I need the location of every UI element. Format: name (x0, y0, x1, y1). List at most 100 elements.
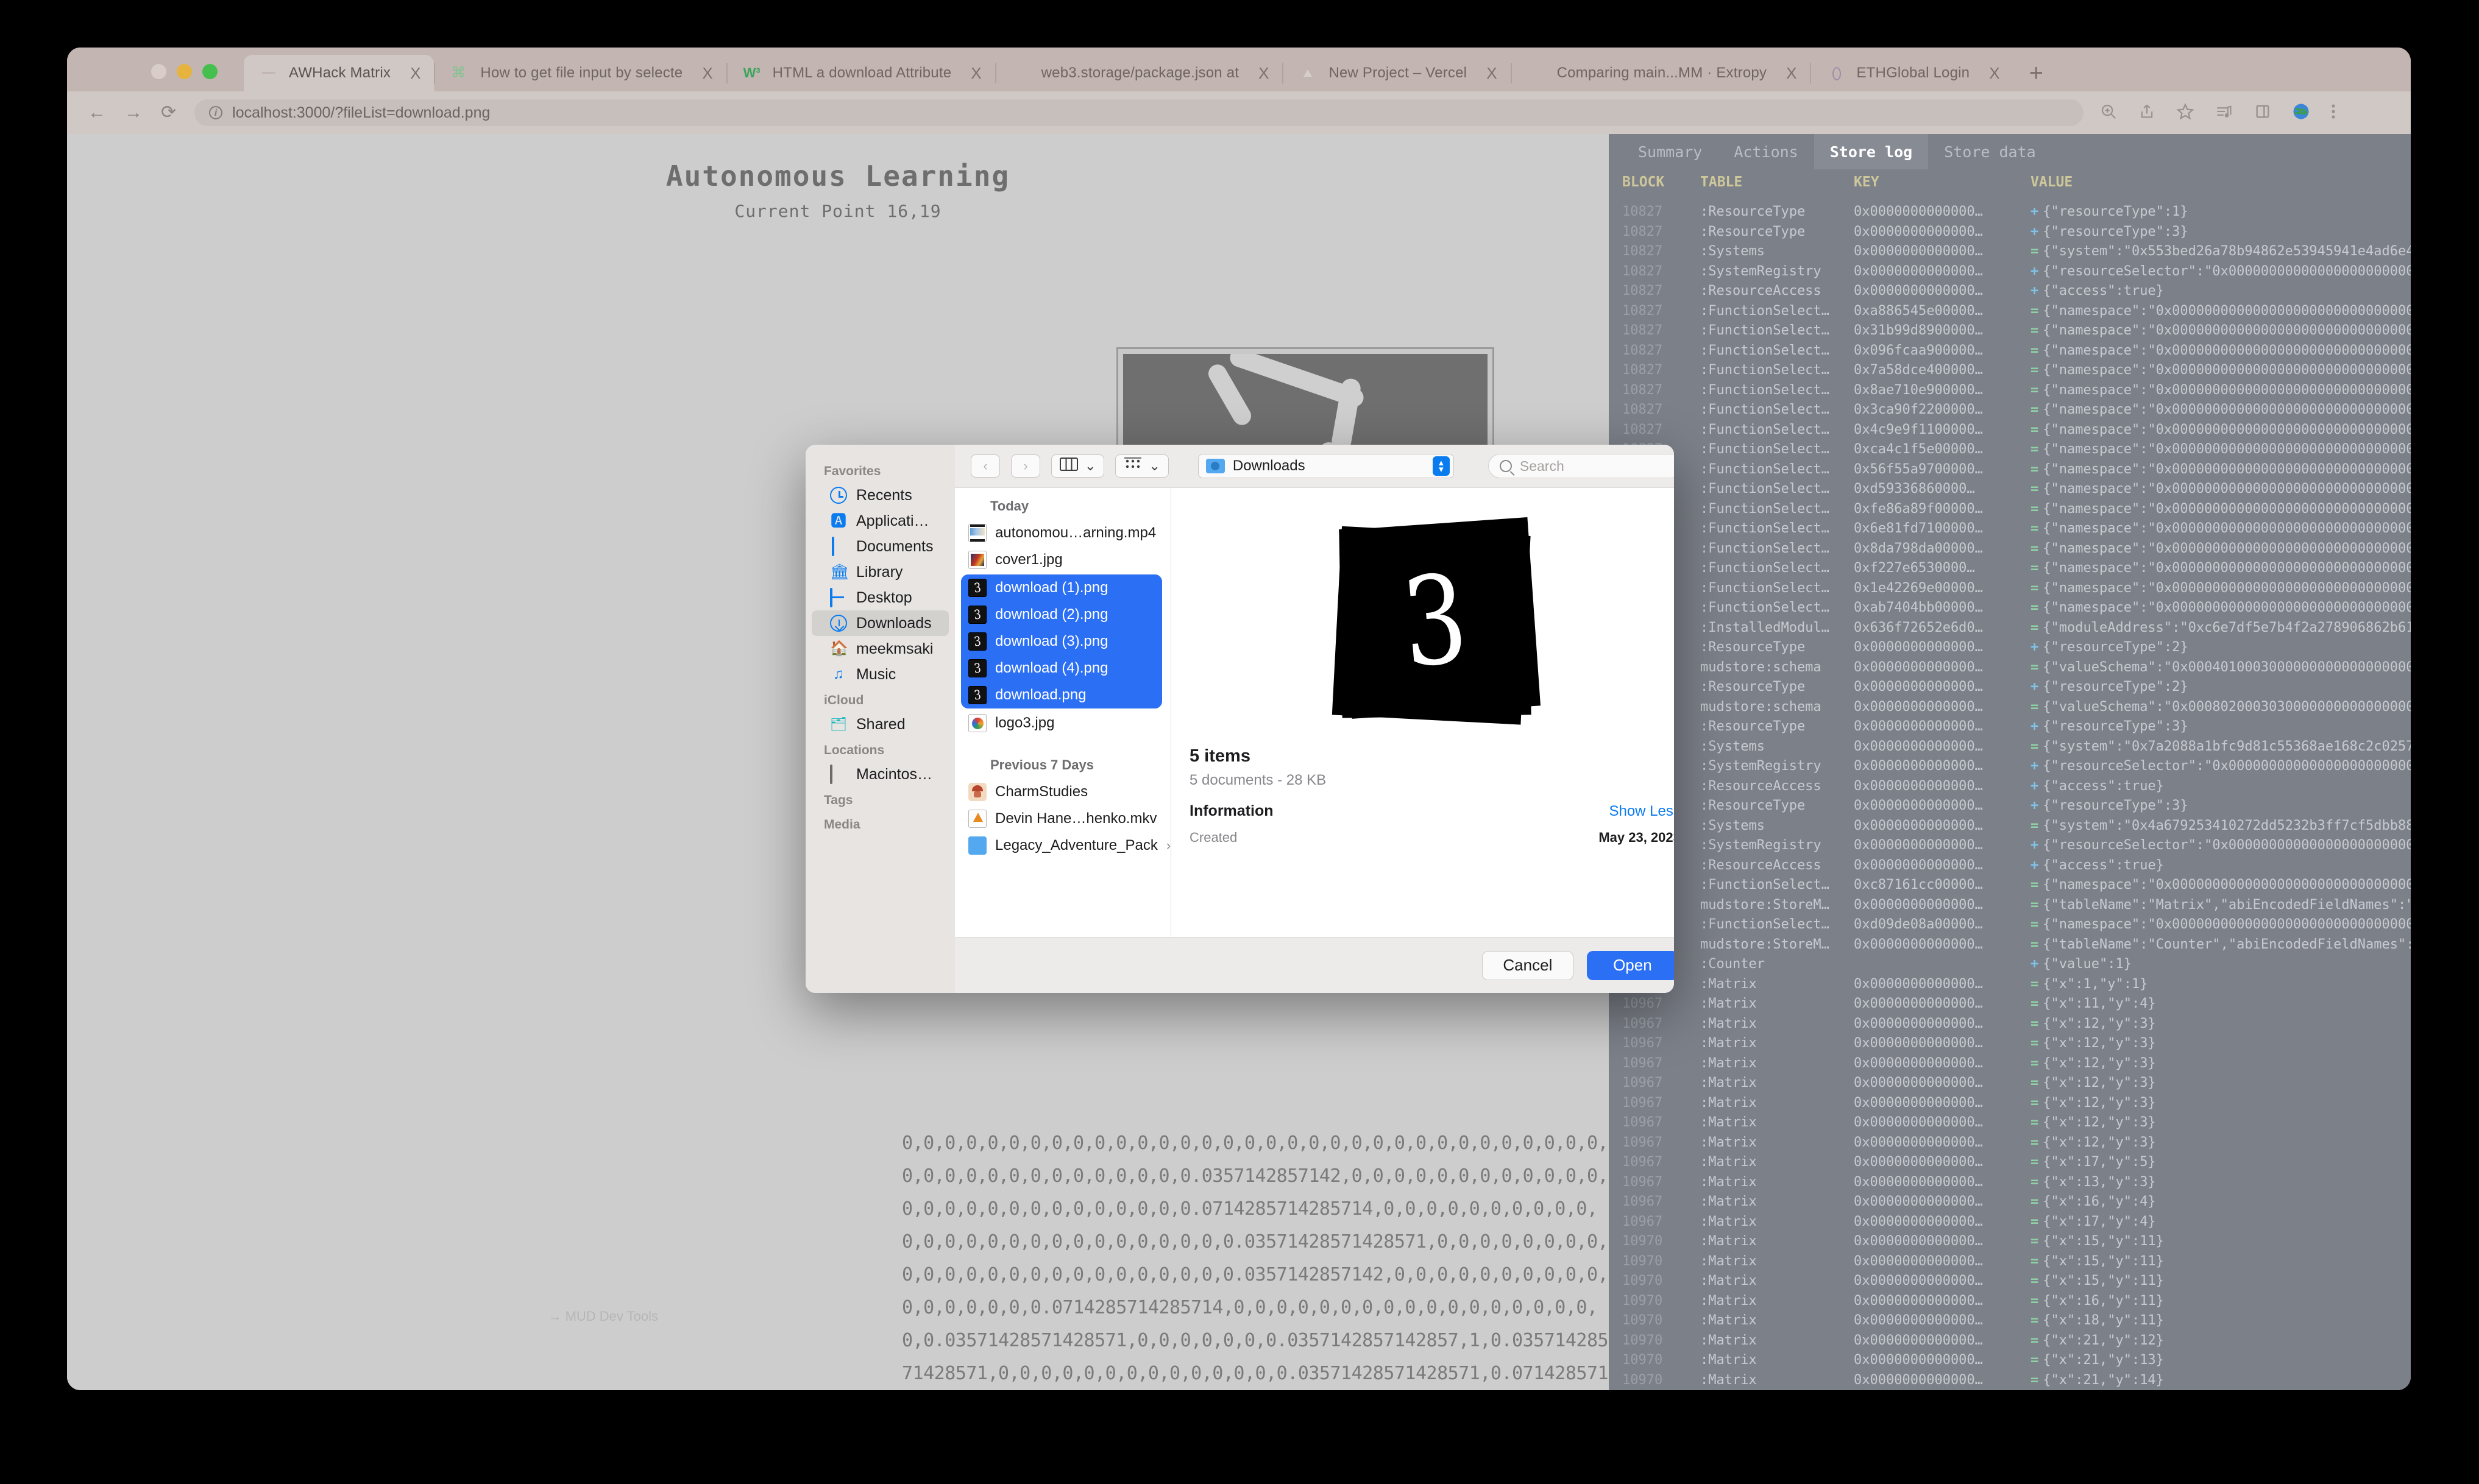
sidebar-item-shared[interactable]: 🗂 Shared (812, 712, 949, 737)
store-log-row[interactable]: 10970:Matrix 0x0000000000000… = {"x":18,"y"… (1609, 1311, 2411, 1331)
store-log-row[interactable]: 10827:FunctionSelect… 0x7a58dce400000… = {"… (1609, 361, 2411, 381)
store-log-row[interactable]: 10967:Matrix 0x0000000000000… = {"x":12,"y"… (1609, 1014, 2411, 1034)
tab-store-log[interactable]: Store log (1814, 134, 1929, 169)
list-item[interactable]: download (1).png (961, 574, 1162, 601)
sidebar-item-applications[interactable]: 🅰 Applicati… (812, 508, 949, 534)
list-item[interactable]: download (2).png (961, 601, 1162, 628)
path-selector[interactable]: Downloads ▴ ▾ (1197, 454, 1454, 478)
store-log-row[interactable]: 10827mudstore:schema0x0000000000000…={"v… (1609, 698, 2411, 718)
store-log-row[interactable]: 10967:Matrix0x0000000000000…={"x":1,"y":… (1609, 975, 2411, 995)
close-icon[interactable]: X (702, 64, 712, 83)
store-log-row[interactable]: 10827:ResourceType0x0000000000000…+{"res… (1609, 717, 2411, 737)
store-log-row[interactable]: 10827mudstore:schema0x0000000000000…={"v… (1609, 658, 2411, 678)
store-log-row[interactable]: 10827:FunctionSelect…0xfe86a89f00000…={"… (1609, 500, 2411, 520)
browser-tab-4[interactable]: New Project – Vercel X (1283, 55, 1510, 91)
store-log-row[interactable]: 10827:SystemRegistry0x0000000000000…+{"r… (1609, 757, 2411, 777)
store-log-row[interactable]: 10827:ResourceType0x0000000000000…+{"res… (1609, 202, 2411, 222)
show-less-link[interactable]: Show Less (1609, 803, 1674, 820)
store-log-row[interactable]: 10827:ResourceType0x0000000000000…+{"res… (1609, 677, 2411, 698)
sidebar-item-recents[interactable]: Recents (812, 482, 949, 508)
store-log-row[interactable]: 10827:FunctionSelect…0xc87161cc00000…={"… (1609, 875, 2411, 896)
dialog-back-button[interactable]: ‹ (971, 454, 1000, 478)
search-input[interactable]: Search (1488, 454, 1674, 478)
store-log-row[interactable]: 10827:ResourceAccess0x0000000000000…+{"a… (1609, 777, 2411, 797)
store-log-row[interactable]: 10967:Matrix 0x0000000000000… = {"x":17,"y"… (1609, 1212, 2411, 1232)
sidebar-item-documents[interactable]: Documents (812, 534, 949, 559)
minimize-window-button[interactable] (177, 64, 192, 79)
store-log-row[interactable]: 10967:Matrix 0x0000000000000… = {"x":16,"y"… (1609, 1192, 2411, 1212)
list-item[interactable]: logo3.jpg (955, 710, 1171, 737)
store-log-row[interactable]: 10827:FunctionSelect… 0x096fcaa900000… = {"… (1609, 341, 2411, 361)
store-log-row[interactable]: 10967:Matrix 0x0000000000000… = {"x":12,"y"… (1609, 1094, 2411, 1114)
browser-tab-5[interactable]: Comparing main...MM · Extropy X (1512, 55, 1810, 91)
tab-actions[interactable]: Actions (1718, 134, 1814, 169)
store-log-row[interactable]: 10970:Matrix 0x0000000000000… = {"x":16,"y"… (1609, 1291, 2411, 1312)
store-log-row[interactable]: 10970:Matrix 0x0000000000000… = {"x":15,"y"… (1609, 1271, 2411, 1291)
store-log-row[interactable]: 10827:ResourceAccess0x0000000000000…+{"a… (1609, 281, 2411, 302)
list-item[interactable]: Legacy_Adventure_Pack › (955, 832, 1171, 859)
dialog-forward-button[interactable]: › (1011, 454, 1040, 478)
store-log-row[interactable]: 10967:Matrix 0x0000000000000… = {"x":12,"y"… (1609, 1034, 2411, 1054)
list-item[interactable]: autonomou…arning.mp4 (955, 520, 1171, 546)
list-item[interactable]: CharmStudies (955, 779, 1171, 805)
store-log-row[interactable]: 10827:FunctionSelect…0x1e42269e00000…={"… (1609, 579, 2411, 599)
store-log-row[interactable]: 10827:FunctionSelect…0x56f55a9700000…={"… (1609, 460, 2411, 480)
list-item[interactable]: Devin Hane…henko.mkv (955, 805, 1171, 832)
store-log-row[interactable]: 10967:Matrix 0x0000000000000… = {"x":12,"y"… (1609, 1073, 2411, 1094)
store-log-row[interactable]: 10827:FunctionSelect…0xab7404bb00000…={"… (1609, 598, 2411, 618)
store-log-row[interactable]: 10970:Matrix 0x0000000000000… = {"x":21,"y"… (1609, 1331, 2411, 1351)
browser-tab-1[interactable]: ⌘ How to get file input by selecte X (435, 55, 726, 91)
sidebar-item-meekmsaki[interactable]: 🏠 meekmsaki (812, 636, 949, 662)
cancel-button[interactable]: Cancel (1481, 950, 1573, 980)
close-window-button[interactable] (151, 64, 166, 79)
store-log-row[interactable]: 10970:Matrix 0x0000000000000… = {"x":21,"y"… (1609, 1351, 2411, 1371)
list-item[interactable]: download (4).png (961, 655, 1162, 682)
open-button[interactable]: Open (1586, 950, 1674, 980)
close-icon[interactable]: X (1786, 64, 1796, 83)
reload-icon[interactable]: ⟳ (161, 104, 176, 122)
store-log-row[interactable]: 10827:FunctionSelect… 0x3ca90f2200000… = {"… (1609, 400, 2411, 420)
store-log-row[interactable]: 10827:FunctionSelect…0xd09de08a00000…={"… (1609, 915, 2411, 935)
store-log-row[interactable]: 10967:Matrix 0x0000000000000… = {"x":12,"y"… (1609, 1113, 2411, 1133)
store-log-row[interactable]: 10827:Systems0x0000000000000…={"system":… (1609, 242, 2411, 262)
store-log-row[interactable]: 10827:Counter+{"value":1} (1609, 955, 2411, 975)
sidebar-item-macintosh-hd[interactable]: Macintos… (812, 761, 949, 787)
store-log-row[interactable]: 10967:Matrix 0x0000000000000… = {"x":13,"y"… (1609, 1173, 2411, 1193)
group-mode-button[interactable]: ⌄ (1115, 454, 1169, 478)
store-log-row[interactable]: 10827:ResourceAccess0x0000000000000…+{"a… (1609, 856, 2411, 876)
address-bar[interactable]: i localhost:3000/?fileList=download.png (194, 99, 2084, 126)
store-log-row[interactable]: 10827mudstore:StoreM…0x0000000000000…={"… (1609, 935, 2411, 955)
store-log-row[interactable]: 10827:SystemRegistry0x0000000000000…+{"r… (1609, 262, 2411, 282)
browser-tab-2[interactable]: W³ HTML a download Attribute X (728, 55, 995, 91)
globe-icon[interactable] (2292, 102, 2310, 124)
store-log-row[interactable]: 10827:FunctionSelect…0x6e81fd7100000…={"… (1609, 519, 2411, 539)
reading-list-icon[interactable] (2215, 103, 2233, 123)
store-log-row[interactable]: 10970:Matrix 0x0000000000000… = {"x":15,"y"… (1609, 1252, 2411, 1272)
store-log-row[interactable]: 10827:SystemRegistry0x0000000000000…+{"r… (1609, 836, 2411, 856)
store-log-rows[interactable]: 10827:ResourceType 0x0000000000000… + {"res… (1609, 202, 2411, 1390)
forward-icon[interactable]: → (124, 104, 143, 122)
store-log-row[interactable]: 10827:FunctionSelect… 0xa886545e00000… = {"… (1609, 302, 2411, 322)
store-log-row[interactable]: 10970:Matrix 0x0000000000000… = {"x":15,"y"… (1609, 1232, 2411, 1252)
store-log-row[interactable]: 10970:Matrix 0x0000000000000… = {"x":21,"y"… (1609, 1371, 2411, 1391)
close-icon[interactable]: X (410, 64, 420, 83)
store-log-row[interactable]: 10827:FunctionSelect… 0x4c9e9f1100000… = {"… (1609, 420, 2411, 440)
browser-tab-0[interactable]: AWHack Matrix X (244, 55, 434, 91)
store-log-row[interactable]: 10827:FunctionSelect…0xd59336860000…={"n… (1609, 479, 2411, 500)
bookmark-star-icon[interactable] (2176, 102, 2194, 124)
site-info-icon[interactable]: i (209, 106, 223, 119)
stepper-icon[interactable]: ▴ ▾ (1432, 456, 1450, 476)
store-log-row[interactable]: 10827:ResourceType0x0000000000000…+{"res… (1609, 638, 2411, 658)
sidebar-icon[interactable] (2254, 103, 2271, 123)
close-icon[interactable]: X (1486, 64, 1497, 83)
sidebar-item-desktop[interactable]: Desktop (812, 585, 949, 610)
store-log-row[interactable]: 10827:ResourceType0x0000000000000…+{"res… (1609, 796, 2411, 816)
view-mode-button[interactable]: ⌄ (1051, 454, 1105, 478)
sidebar-item-library[interactable]: 🏛 Library (812, 559, 949, 585)
store-log-row[interactable]: 10827:Systems0x0000000000000…={"system":… (1609, 816, 2411, 836)
zoom-in-icon[interactable] (2099, 102, 2118, 124)
store-log-row[interactable]: 10827:FunctionSelect…0xf227e6530000…={"n… (1609, 559, 2411, 579)
store-log-row[interactable]: 10967:Matrix 0x0000000000000… = {"x":12,"y"… (1609, 1054, 2411, 1074)
share-icon[interactable] (2138, 102, 2155, 124)
new-tab-button[interactable]: + (2013, 61, 2059, 85)
